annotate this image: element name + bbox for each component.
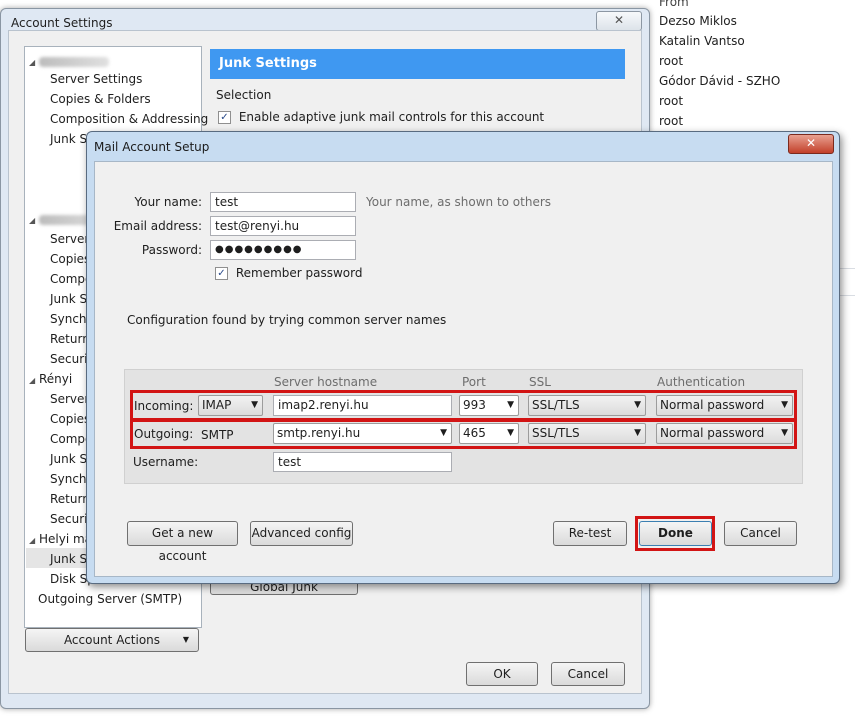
incoming-highlight-box (130, 390, 797, 421)
advanced-config-button[interactable]: Advanced config (250, 521, 353, 546)
tree-item[interactable]: Composition & Addressing (50, 110, 208, 128)
junk-settings-header: Junk Settings (210, 49, 625, 79)
your-name-label: Your name: (134, 195, 202, 209)
expand-triangle-icon[interactable]: ◢ (29, 212, 39, 230)
selection-group-label: Selection (216, 88, 272, 102)
cancel-button[interactable]: Cancel (551, 662, 625, 686)
account-actions-button[interactable]: Account Actions ▼ (25, 628, 199, 652)
username-label: Username: (133, 455, 199, 469)
outgoing-highlight-box (130, 419, 797, 449)
password-input[interactable]: ●●●●●●●●● (210, 240, 356, 260)
your-name-input[interactable]: test (210, 192, 356, 212)
expand-triangle-icon[interactable]: ◢ (29, 54, 39, 72)
get-new-account-button[interactable]: Get a new account (127, 521, 238, 563)
message-sender[interactable]: root (659, 111, 683, 131)
dialog-close-button[interactable]: ✕ (788, 134, 834, 154)
dropdown-arrow-icon: ▼ (182, 635, 189, 644)
account-name: Rényi (39, 372, 73, 386)
remember-password-label: Remember password (235, 266, 363, 280)
tree-item-outgoing-server[interactable]: Outgoing Server (SMTP) (38, 590, 182, 608)
retest-button[interactable]: Re-test (553, 521, 627, 546)
hostname-column-header: Server hostname (274, 375, 378, 389)
config-status-text: Configuration found by trying common ser… (127, 313, 447, 327)
message-sender[interactable]: Dezso Miklos (659, 11, 737, 31)
close-button[interactable]: ✕ (596, 11, 642, 31)
message-sender[interactable]: Gódor Dávid - SZHO (659, 71, 780, 91)
port-column-header: Port (462, 375, 486, 389)
expand-triangle-icon[interactable]: ◢ (29, 532, 39, 550)
email-input[interactable]: test@renyi.hu (210, 216, 356, 236)
email-label: Email address: (113, 219, 202, 233)
account-actions-label: Account Actions (63, 633, 161, 647)
tree-item[interactable]: Copies & Folders (50, 90, 151, 108)
done-highlight-box (635, 516, 715, 551)
expand-triangle-icon[interactable]: ◢ (29, 372, 39, 390)
message-sender[interactable]: Katalin Vantso (659, 31, 745, 51)
dialog-cancel-button[interactable]: Cancel (724, 521, 797, 546)
password-label: Password: (141, 243, 202, 257)
authentication-column-header: Authentication (657, 375, 746, 389)
ssl-column-header: SSL (529, 375, 551, 389)
dialog-title: Mail Account Setup (94, 140, 210, 154)
redacted-account-name (39, 56, 109, 67)
enable-junk-label: Enable adaptive junk mail controls for t… (238, 110, 545, 124)
your-name-hint: Your name, as shown to others (366, 195, 552, 209)
tree-account-1[interactable]: ◢ (29, 52, 109, 70)
window-title: Account Settings (11, 16, 113, 30)
enable-junk-checkbox-row[interactable]: ✓ Enable adaptive junk mail controls for… (218, 110, 544, 124)
message-sender[interactable]: root (659, 51, 683, 71)
username-input[interactable]: test (273, 452, 452, 472)
ok-button[interactable]: OK (466, 662, 538, 686)
message-sender[interactable]: root (659, 91, 683, 111)
tree-account-renyi[interactable]: ◢ Rényi (29, 370, 72, 388)
remember-password-checkbox[interactable]: ✓ (215, 267, 228, 280)
enable-junk-checkbox[interactable]: ✓ (218, 111, 231, 124)
remember-password-row[interactable]: ✓ Remember password (215, 266, 363, 280)
tree-item[interactable]: Server Settings (50, 70, 142, 88)
